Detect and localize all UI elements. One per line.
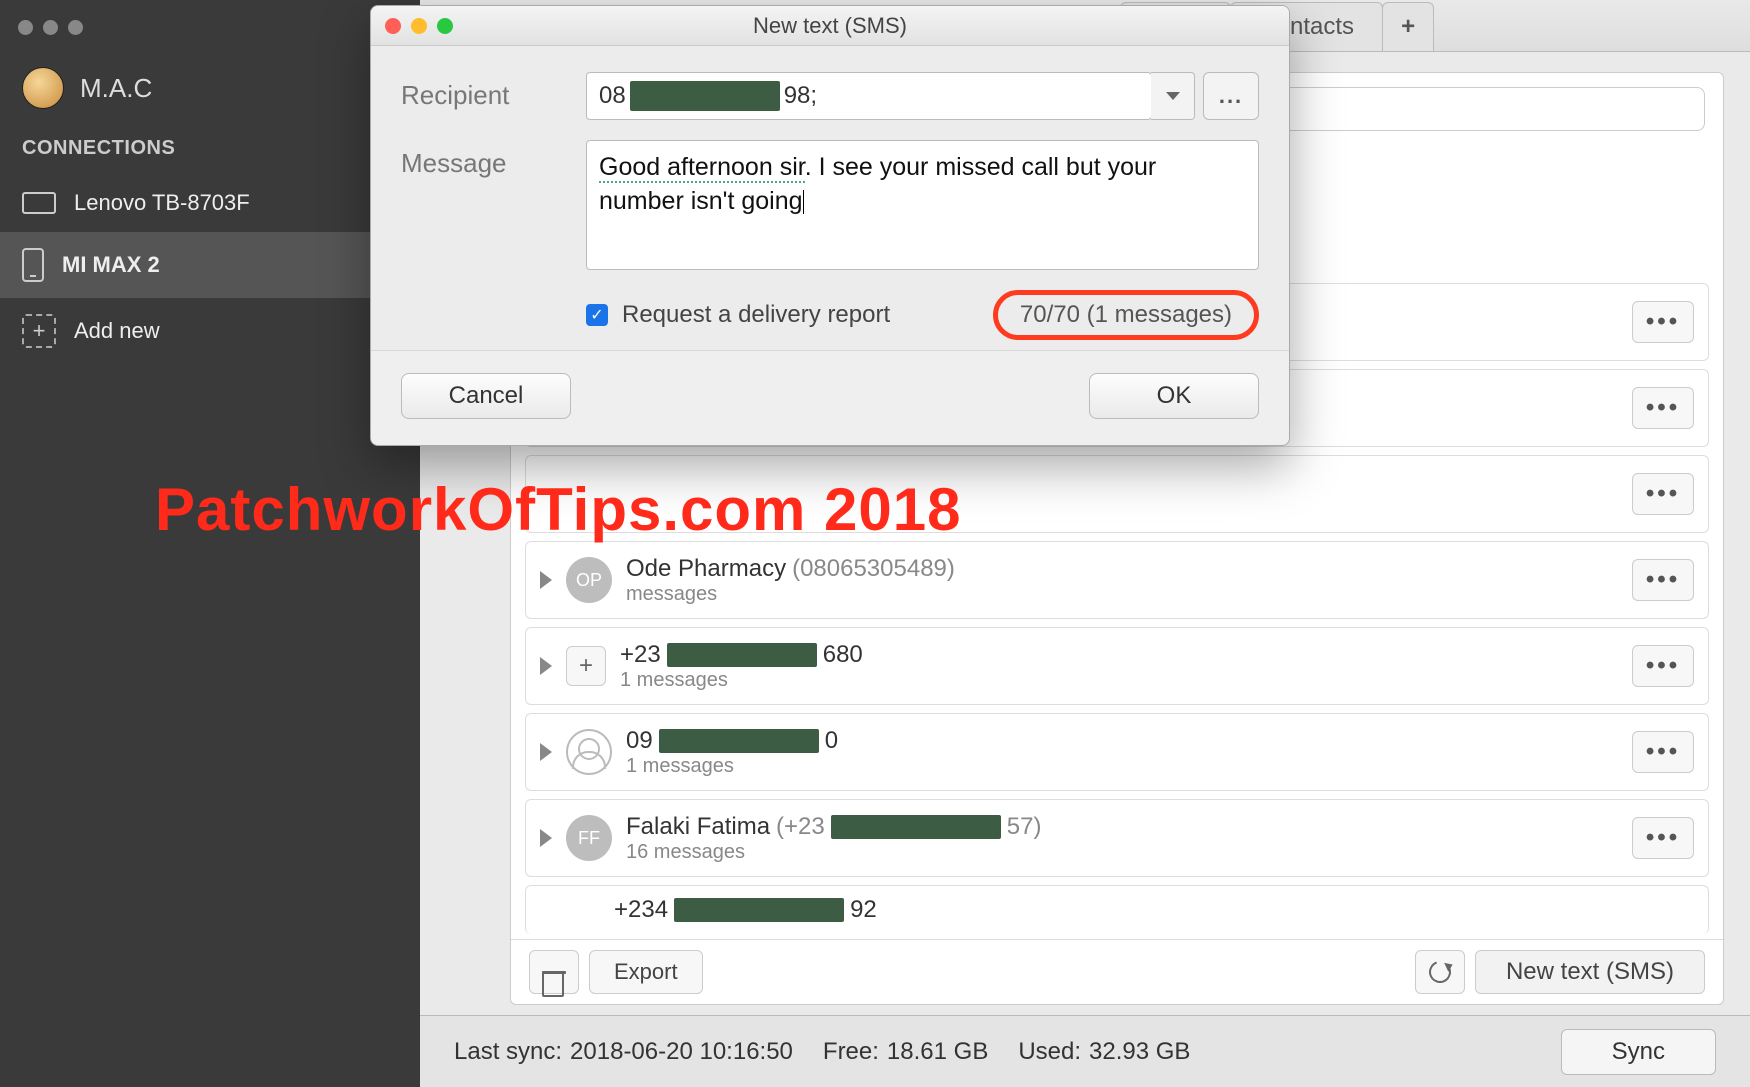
thread-row[interactable]: ••• bbox=[525, 455, 1709, 533]
thread-row[interactable]: +234 92 bbox=[525, 885, 1709, 934]
device-label: Lenovo TB-8703F bbox=[74, 190, 250, 216]
thread-name: Falaki Fatima bbox=[626, 813, 770, 841]
delete-button[interactable] bbox=[529, 950, 579, 994]
recipient-input[interactable]: 08 98; bbox=[586, 72, 1152, 120]
device-item-lenovo[interactable]: Lenovo TB-8703F bbox=[0, 174, 420, 232]
thread-row[interactable]: + +23 680 1 messages ••• bbox=[525, 627, 1709, 705]
thread-sub: 1 messages bbox=[626, 755, 1618, 778]
text-cursor bbox=[803, 190, 804, 214]
thread-phone-suffix: 0 bbox=[825, 727, 838, 755]
minimize-icon[interactable] bbox=[411, 18, 427, 34]
profile-name: M.A.C bbox=[80, 73, 152, 104]
delivery-report-checkbox[interactable]: ✓ bbox=[586, 304, 608, 326]
dialog-body: Recipient 08 98; ... Message Good afterno… bbox=[371, 46, 1289, 350]
cancel-button[interactable]: Cancel bbox=[401, 373, 571, 419]
thread-phone-prefix: 09 bbox=[626, 727, 653, 755]
ok-button[interactable]: OK bbox=[1089, 373, 1259, 419]
chevron-right-icon[interactable] bbox=[540, 743, 552, 761]
close-icon[interactable] bbox=[18, 20, 33, 35]
profile-row[interactable]: M.A.C bbox=[0, 53, 420, 131]
redacted bbox=[674, 898, 844, 922]
trash-icon bbox=[542, 971, 566, 974]
more-button[interactable]: ••• bbox=[1632, 301, 1694, 343]
thread-sub: 16 messages bbox=[626, 841, 1618, 864]
browse-contacts-button[interactable]: ... bbox=[1203, 72, 1259, 120]
thread-phone-suffix: 92 bbox=[850, 896, 877, 924]
delivery-report-label: Request a delivery report bbox=[622, 301, 890, 329]
last-sync-value: 2018-06-20 10:16:50 bbox=[570, 1038, 793, 1066]
thread-name: Ode Pharmacy bbox=[626, 555, 786, 583]
sidebar: M.A.C CONNECTIONS Lenovo TB-8703F MI MAX… bbox=[0, 0, 420, 1087]
thread-phone-prefix: +23 bbox=[620, 641, 661, 669]
chevron-right-icon[interactable] bbox=[540, 571, 552, 589]
avatar-placeholder-icon bbox=[566, 729, 612, 775]
device-item-mimax2[interactable]: MI MAX 2 bbox=[0, 232, 420, 298]
more-button[interactable]: ••• bbox=[1632, 731, 1694, 773]
recipient-suffix: 98; bbox=[784, 82, 817, 110]
message-text-1: Good afternoon sir bbox=[599, 153, 805, 183]
options-row: ✓ Request a delivery report 70/70 (1 mes… bbox=[401, 290, 1259, 340]
avatar-icon bbox=[22, 67, 64, 109]
export-button[interactable]: Export bbox=[589, 950, 703, 994]
more-button[interactable]: ••• bbox=[1632, 387, 1694, 429]
used-value: 32.93 GB bbox=[1089, 1038, 1190, 1066]
thread-row[interactable]: 09 0 1 messages ••• bbox=[525, 713, 1709, 791]
refresh-icon bbox=[1425, 957, 1454, 986]
minimize-icon[interactable] bbox=[43, 20, 58, 35]
redacted bbox=[667, 643, 817, 667]
device-label: MI MAX 2 bbox=[62, 252, 160, 278]
phone-open: (+23 bbox=[776, 813, 825, 841]
add-contact-button[interactable]: + bbox=[566, 646, 606, 686]
chevron-right-icon[interactable] bbox=[540, 657, 552, 675]
more-button[interactable]: ••• bbox=[1632, 473, 1694, 515]
connections-heading: CONNECTIONS bbox=[0, 131, 420, 174]
add-device-label: Add new bbox=[74, 318, 160, 344]
thread-phone: (08065305489) bbox=[792, 555, 955, 583]
thread-phone-suffix: 680 bbox=[823, 641, 863, 669]
thread-sub: messages bbox=[626, 583, 1618, 606]
recipient-dropdown-button[interactable] bbox=[1151, 72, 1195, 120]
thread-row[interactable]: OP Ode Pharmacy (08065305489) messages •… bbox=[525, 541, 1709, 619]
redacted bbox=[831, 815, 1001, 839]
phone-close: 57) bbox=[1007, 813, 1042, 841]
avatar-initials: OP bbox=[566, 557, 612, 603]
redacted bbox=[659, 729, 819, 753]
status-bar: Last sync: 2018-06-20 10:16:50 Free: 18.… bbox=[420, 1015, 1750, 1087]
close-icon[interactable] bbox=[385, 18, 401, 34]
dialog-titlebar[interactable]: New text (SMS) bbox=[371, 6, 1289, 46]
zoom-icon[interactable] bbox=[68, 20, 83, 35]
thread-phone-prefix: +234 bbox=[614, 896, 668, 924]
sync-button[interactable]: Sync bbox=[1561, 1029, 1716, 1075]
window-traffic-lights[interactable] bbox=[0, 8, 420, 53]
tablet-icon bbox=[22, 192, 56, 214]
plus-icon: + bbox=[22, 314, 56, 348]
redacted bbox=[630, 81, 780, 111]
phone-icon bbox=[22, 248, 44, 282]
thread-sub: 1 messages bbox=[620, 669, 1618, 692]
free-value: 18.61 GB bbox=[887, 1038, 988, 1066]
last-sync-label: Last sync: bbox=[454, 1038, 562, 1066]
free-label: Free: bbox=[823, 1038, 879, 1066]
recipient-label: Recipient bbox=[401, 72, 586, 111]
add-device-item[interactable]: + Add new bbox=[0, 298, 420, 364]
zoom-icon[interactable] bbox=[437, 18, 453, 34]
refresh-button[interactable] bbox=[1415, 950, 1465, 994]
threads-toolbar: Export New text (SMS) bbox=[511, 939, 1723, 1004]
message-label: Message bbox=[401, 140, 586, 179]
char-counter: 70/70 (1 messages) bbox=[993, 290, 1259, 340]
thread-row[interactable]: FF Falaki Fatima (+23 57) 16 messages ••• bbox=[525, 799, 1709, 877]
avatar-initials: FF bbox=[566, 815, 612, 861]
recipient-prefix: 08 bbox=[599, 82, 626, 110]
more-button[interactable]: ••• bbox=[1632, 559, 1694, 601]
dialog-actions: Cancel OK bbox=[371, 350, 1289, 445]
more-button[interactable]: ••• bbox=[1632, 645, 1694, 687]
new-text-button[interactable]: New text (SMS) bbox=[1475, 950, 1705, 994]
dialog-title: New text (SMS) bbox=[753, 13, 907, 39]
tab-add[interactable]: + bbox=[1382, 2, 1434, 51]
used-label: Used: bbox=[1018, 1038, 1081, 1066]
chevron-right-icon[interactable] bbox=[540, 829, 552, 847]
message-textarea[interactable]: Good afternoon sir. I see your missed ca… bbox=[586, 140, 1259, 270]
more-button[interactable]: ••• bbox=[1632, 817, 1694, 859]
new-sms-dialog: New text (SMS) Recipient 08 98; ... Messa… bbox=[370, 5, 1290, 446]
